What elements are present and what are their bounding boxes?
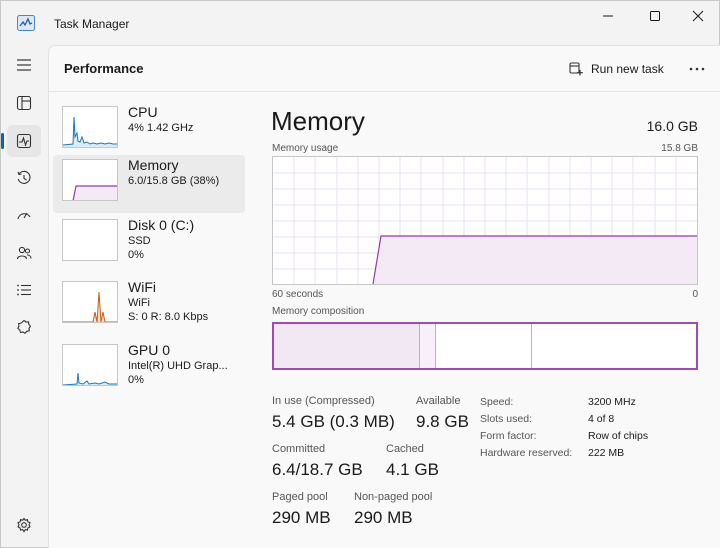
nav-startup-apps[interactable]	[7, 199, 41, 231]
composition-free	[532, 324, 696, 368]
cached-value: 4.1 GB	[386, 460, 439, 479]
cpu-thumbnail-graph	[62, 106, 118, 148]
nav-users[interactable]	[7, 237, 41, 269]
details-icon	[17, 284, 31, 296]
settings-icon	[17, 517, 31, 533]
disk-thumbnail-graph	[62, 219, 118, 261]
task-manager-window: Task Manager Performance Run new task CP…	[0, 0, 720, 548]
performance-icon	[16, 133, 32, 149]
composition-standby	[436, 324, 532, 368]
device-name: CPU	[128, 104, 158, 120]
committed-value: 6.4/18.7 GB	[272, 460, 363, 479]
property-value: 4 of 8	[588, 413, 615, 425]
header-divider	[49, 91, 720, 92]
property-label: Speed:	[480, 396, 514, 408]
detail-title: Memory	[271, 106, 365, 136]
startup-apps-icon	[17, 212, 31, 220]
device-detail: 4% 1.42 GHz	[128, 122, 194, 134]
available-label: Available	[416, 395, 461, 407]
nav-details[interactable]	[7, 274, 41, 306]
minimize-icon	[603, 15, 613, 17]
non-paged-pool-value: 290 MB	[354, 508, 413, 527]
graph-time-end: 0	[692, 289, 698, 300]
memory-usage-max: 15.8 GB	[661, 143, 698, 154]
maximize-icon	[650, 11, 660, 21]
available-value: 9.8 GB	[416, 412, 469, 431]
device-name: Disk 0 (C:)	[128, 217, 195, 233]
processes-icon	[16, 95, 32, 111]
task-manager-app-icon	[17, 15, 35, 31]
nav-services[interactable]	[7, 311, 41, 343]
title-bar: Task Manager	[1, 1, 720, 45]
property-label: Slots used:	[480, 413, 532, 425]
maximize-button[interactable]	[632, 1, 678, 31]
nav-processes[interactable]	[7, 87, 41, 119]
minimize-button[interactable]	[585, 1, 631, 31]
active-nav-indicator	[1, 133, 4, 149]
device-detail: 6.0/15.8 GB (38%)	[128, 175, 220, 187]
device-name: WiFi	[128, 279, 156, 295]
property-label: Hardware reserved:	[480, 447, 573, 459]
device-detail: SSD	[128, 235, 151, 247]
nav-app-history[interactable]	[7, 162, 41, 194]
property-value: 3200 MHz	[588, 396, 636, 408]
in-use-label: In use (Compressed)	[272, 395, 375, 407]
memory-usage-graph	[272, 156, 698, 285]
in-use-value: 5.4 GB (0.3 MB)	[272, 412, 395, 431]
close-button[interactable]	[675, 1, 720, 31]
device-detail: 0%	[128, 249, 144, 261]
property-value: 222 MB	[588, 447, 625, 459]
more-options-icon	[689, 67, 705, 71]
app-history-icon	[17, 170, 31, 184]
device-name: Memory	[128, 157, 179, 173]
device-detail: Intel(R) UHD Grap...	[128, 360, 228, 372]
device-item-wifi[interactable]: WiFi WiFi S: 0 R: 8.0 Kbps	[53, 277, 245, 335]
paged-pool-label: Paged pool	[272, 491, 328, 503]
memory-composition-label: Memory composition	[272, 306, 365, 317]
device-name: GPU 0	[128, 342, 171, 358]
paged-pool-value: 290 MB	[272, 508, 331, 527]
composition-modified	[420, 324, 436, 368]
device-item-gpu[interactable]: GPU 0 Intel(R) UHD Grap... 0%	[53, 340, 245, 398]
run-new-task-label: Run new task	[591, 62, 664, 76]
run-new-task-button[interactable]: Run new task	[569, 58, 664, 80]
performance-page: Performance Run new task CPU 4% 1.42 GHz…	[48, 45, 720, 548]
device-detail: 0%	[128, 374, 144, 386]
page-title: Performance	[64, 61, 144, 76]
device-detail: S: 0 R: 8.0 Kbps	[128, 311, 209, 323]
property-label: Form factor:	[480, 430, 537, 442]
users-icon	[16, 246, 32, 260]
gpu-thumbnail-graph	[62, 344, 118, 386]
wifi-thumbnail-graph	[62, 281, 118, 323]
device-detail: WiFi	[128, 297, 150, 309]
window-title: Task Manager	[54, 17, 130, 31]
nav-menu-button[interactable]	[7, 49, 41, 81]
composition-in-use	[274, 324, 420, 368]
hamburger-menu-icon	[17, 59, 31, 71]
close-icon	[692, 10, 704, 22]
committed-label: Committed	[272, 443, 326, 455]
nav-settings[interactable]	[7, 509, 41, 541]
memory-total: 16.0 GB	[646, 118, 698, 134]
memory-composition-bar	[272, 322, 698, 370]
navigation-rail	[1, 45, 47, 548]
nav-performance[interactable]	[7, 125, 41, 157]
device-item-disk[interactable]: Disk 0 (C:) SSD 0%	[53, 215, 245, 273]
more-options-button[interactable]	[685, 58, 709, 80]
device-item-cpu[interactable]: CPU 4% 1.42 GHz	[53, 102, 245, 160]
property-value: Row of chips	[588, 430, 649, 442]
services-icon	[17, 319, 32, 335]
run-new-task-icon	[569, 62, 583, 76]
memory-usage-label: Memory usage	[272, 143, 339, 154]
non-paged-pool-label: Non-paged pool	[354, 491, 433, 503]
cached-label: Cached	[386, 443, 424, 455]
device-item-memory[interactable]: Memory 6.0/15.8 GB (38%)	[53, 155, 245, 213]
graph-time-label: 60 seconds	[272, 289, 324, 300]
memory-thumbnail-graph	[62, 159, 118, 201]
